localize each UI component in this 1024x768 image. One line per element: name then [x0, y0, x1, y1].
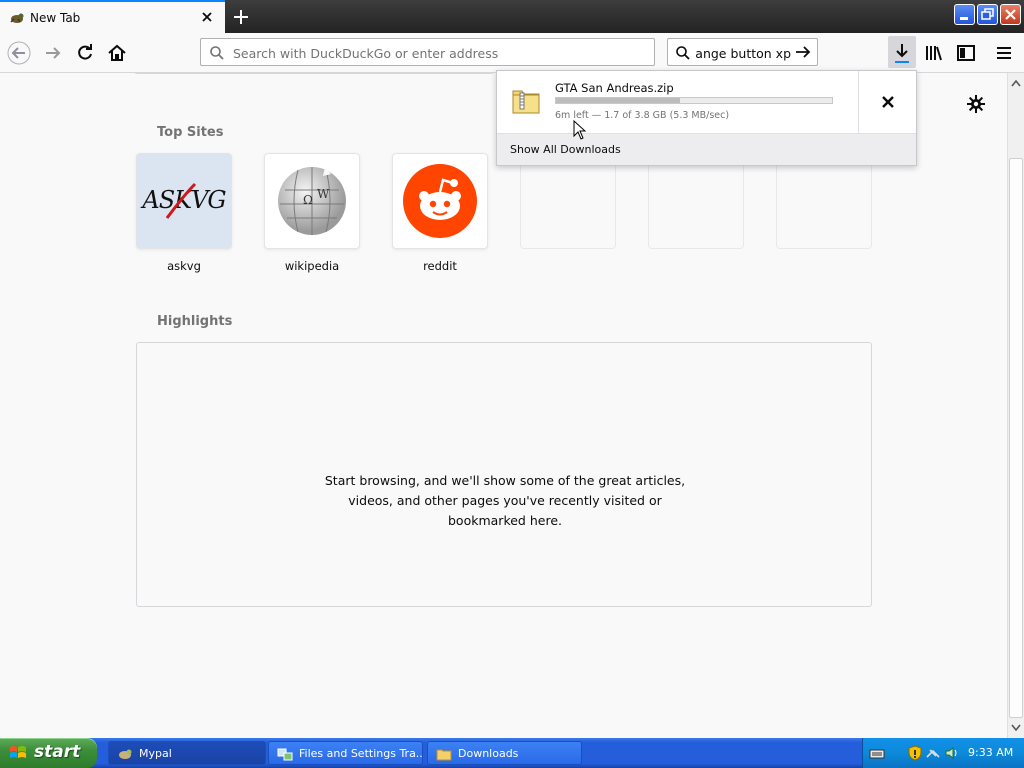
volume-icon[interactable]: [943, 745, 959, 761]
library-icon[interactable]: [922, 41, 946, 65]
security-shield-icon[interactable]: [907, 745, 923, 761]
start-button[interactable]: start: [0, 738, 97, 768]
top-site-empty-slot: [520, 153, 616, 249]
search-icon: [675, 45, 691, 61]
show-all-downloads-label: Show All Downloads: [510, 143, 621, 156]
tab-new-tab[interactable]: New Tab: [0, 0, 225, 33]
settings-gear-icon[interactable]: [966, 94, 986, 114]
mypal-favicon-icon: [9, 10, 25, 26]
reddit-snoo-icon: [392, 153, 488, 249]
tab-close-icon[interactable]: [199, 9, 215, 25]
back-arrow-icon[interactable]: [7, 41, 31, 65]
top-site-reddit[interactable]: reddit: [392, 153, 488, 273]
top-site-askvg[interactable]: ASKVG askvg: [136, 153, 232, 273]
reload-icon[interactable]: [73, 41, 97, 65]
new-tab-page: Top Sites ASKVG askvg Ω W wikipedia redd…: [0, 73, 1007, 738]
taskbar-item-files-settings-transfer[interactable]: Files and Settings Tra...: [268, 741, 423, 765]
download-filename: GTA San Andreas.zip: [555, 81, 674, 95]
taskbar-item-label: Mypal: [139, 747, 172, 760]
highlights-heading: Highlights: [157, 314, 233, 329]
scroll-down-arrow-icon[interactable]: [1008, 719, 1024, 736]
askvg-logo: ASKVG: [136, 153, 232, 249]
windows-flag-icon: [8, 744, 28, 762]
sidebar-toggle-icon[interactable]: [954, 41, 978, 65]
top-site-wikipedia[interactable]: Ω W wikipedia: [264, 153, 360, 273]
search-icon: [209, 45, 225, 61]
empty-tile: [648, 153, 744, 249]
search-card-edge: [133, 73, 495, 74]
mouse-cursor-icon: [573, 119, 587, 140]
top-site-label: wikipedia: [284, 259, 340, 273]
system-tray: 9:33 AM: [862, 738, 1024, 768]
tab-title: New Tab: [30, 11, 81, 25]
tray-clock: 9:33 AM: [968, 746, 1014, 759]
scrollbar-thumb[interactable]: [1009, 158, 1023, 718]
top-site-empty-slot: [648, 153, 744, 249]
svg-text:Ω: Ω: [303, 193, 313, 207]
window-restore-button[interactable]: [977, 4, 998, 25]
windows-taskbar: start Mypal Files and Settings Tra... Do…: [0, 738, 1024, 768]
downloads-button[interactable]: [888, 36, 916, 68]
download-progress-fill: [556, 98, 681, 103]
network-icon[interactable]: [925, 745, 941, 761]
address-bar[interactable]: Search with DuckDuckGo or enter address: [200, 38, 655, 66]
taskbar-item-downloads-folder[interactable]: Downloads: [427, 741, 582, 765]
new-tab-plus-icon[interactable]: [229, 5, 253, 29]
download-cancel-button[interactable]: [858, 71, 916, 133]
top-sites-heading: Top Sites: [157, 125, 224, 140]
show-all-downloads-button[interactable]: Show All Downloads: [497, 133, 916, 165]
downloads-panel: GTA San Andreas.zip 6m left — 1.7 of 3.8…: [496, 70, 917, 166]
hamburger-menu-icon[interactable]: [992, 41, 1016, 65]
search-bar[interactable]: hange button xp: [667, 38, 818, 66]
download-progress-bar: [555, 97, 833, 104]
download-item[interactable]: GTA San Andreas.zip 6m left — 1.7 of 3.8…: [497, 71, 858, 133]
scroll-up-arrow-icon[interactable]: [1008, 75, 1024, 92]
cancel-x-icon: [882, 96, 894, 108]
taskbar-item-mypal[interactable]: Mypal: [108, 741, 266, 765]
svg-text:W: W: [317, 187, 330, 201]
keyboard-icon[interactable]: [869, 745, 885, 761]
empty-tile: [520, 153, 616, 249]
wikipedia-globe-icon: Ω W: [264, 153, 360, 249]
page-scrollbar[interactable]: [1007, 73, 1024, 738]
top-site-label: reddit: [423, 259, 457, 273]
start-label: start: [34, 742, 81, 762]
home-icon[interactable]: [105, 41, 129, 65]
top-site-label: askvg: [167, 259, 201, 273]
folder-icon: [436, 746, 452, 762]
search-go-arrow-icon[interactable]: [794, 44, 812, 60]
zip-file-icon: [510, 85, 542, 117]
top-site-empty-slot: [776, 153, 872, 249]
taskbar-item-label: Downloads: [458, 747, 519, 760]
mypal-app-icon: [117, 746, 133, 762]
window-minimize-button[interactable]: [954, 4, 975, 25]
tab-strip: New Tab: [0, 0, 1024, 33]
forward-arrow-icon[interactable]: [41, 41, 65, 65]
address-bar-placeholder: Search with DuckDuckGo or enter address: [233, 46, 499, 61]
highlights-message: Start browsing, and we'll show some of t…: [324, 473, 686, 528]
empty-tile: [776, 153, 872, 249]
navigation-toolbar: Search with DuckDuckGo or enter address …: [0, 33, 1024, 73]
window-close-button[interactable]: [1000, 4, 1021, 25]
highlights-empty-state: Start browsing, and we'll show some of t…: [136, 342, 872, 607]
search-bar-value: hange button xp: [696, 46, 791, 61]
transfer-wizard-icon: [277, 746, 293, 762]
taskbar-item-label: Files and Settings Tra...: [299, 747, 423, 760]
